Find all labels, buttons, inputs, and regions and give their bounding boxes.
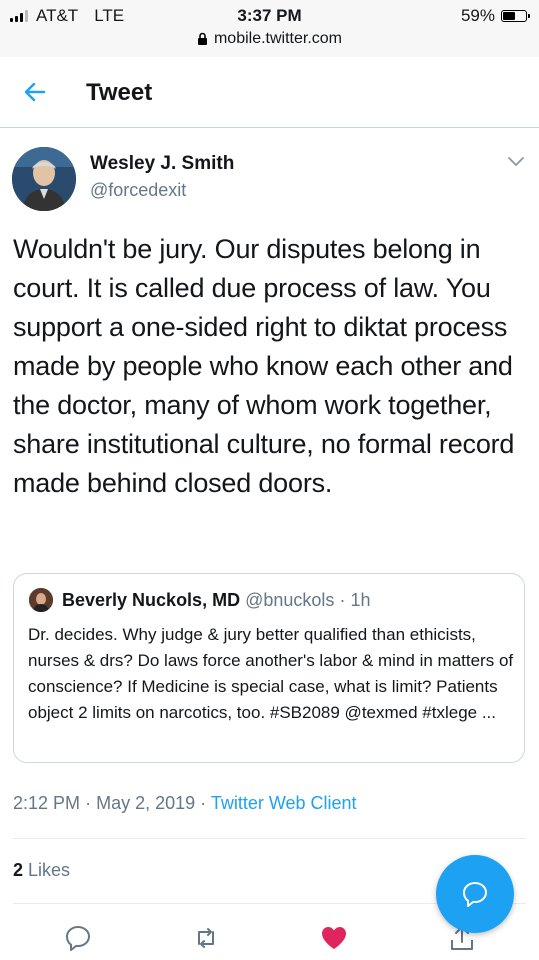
quoted-author-handle: @bnuckols (245, 590, 335, 610)
battery-level (503, 12, 515, 20)
tweet-date: May 2, 2019 (96, 793, 196, 813)
likes-count[interactable]: 2 Likes (13, 860, 70, 881)
battery-info: 59% (460, 6, 530, 26)
divider (13, 838, 526, 839)
lock-icon (197, 32, 207, 45)
address-bar[interactable]: mobile.twitter.com (0, 30, 539, 48)
meta-separator: · (85, 793, 92, 813)
tweet-text: Wouldn't be jury. Our disputes belong in… (13, 234, 515, 498)
quoted-header: Beverly Nuckols, MD @bnuckols · 1h (62, 590, 370, 611)
tweet-time: 2:12 PM (13, 793, 81, 813)
retweet-icon[interactable] (192, 924, 220, 952)
quoted-text: Dr. decides. Why judge & jury better qua… (28, 625, 514, 722)
quoted-separator: · (339, 590, 346, 610)
battery-icon (501, 10, 530, 22)
arrow-left-icon[interactable] (22, 79, 48, 105)
tweet-client-link[interactable]: Twitter Web Client (211, 793, 357, 813)
page-title: Tweet (86, 79, 153, 106)
meta-separator: · (200, 793, 207, 813)
heart-icon[interactable] (320, 924, 348, 952)
compose-button[interactable] (436, 855, 514, 933)
quoted-avatar (29, 588, 53, 612)
page-header: Tweet (0, 57, 539, 128)
quoted-author-name: Beverly Nuckols, MD (62, 590, 241, 610)
chevron-down-icon[interactable] (508, 156, 524, 168)
quoted-tweet[interactable]: Beverly Nuckols, MD @bnuckols · 1h Dr. d… (13, 573, 525, 763)
avatar[interactable] (12, 147, 76, 211)
quoted-age: 1h (350, 590, 371, 610)
tweet-meta: 2:12 PM · May 2, 2019 · Twitter Web Clie… (13, 793, 357, 814)
clock: 3:37 PM (237, 6, 302, 25)
author-handle[interactable]: @forcedexit (90, 180, 186, 201)
likes-number: 2 (13, 860, 24, 880)
reply-icon[interactable] (64, 924, 92, 952)
chat-bubble-icon (463, 882, 487, 907)
status-bar: AT&T LTE 3:37 PM 59% mobile.twitter.com (0, 0, 539, 57)
url-text: mobile.twitter.com (213, 30, 343, 47)
battery-percent: 59% (460, 6, 495, 25)
author-name[interactable]: Wesley J. Smith (90, 153, 234, 175)
likes-label: Likes (28, 860, 71, 880)
